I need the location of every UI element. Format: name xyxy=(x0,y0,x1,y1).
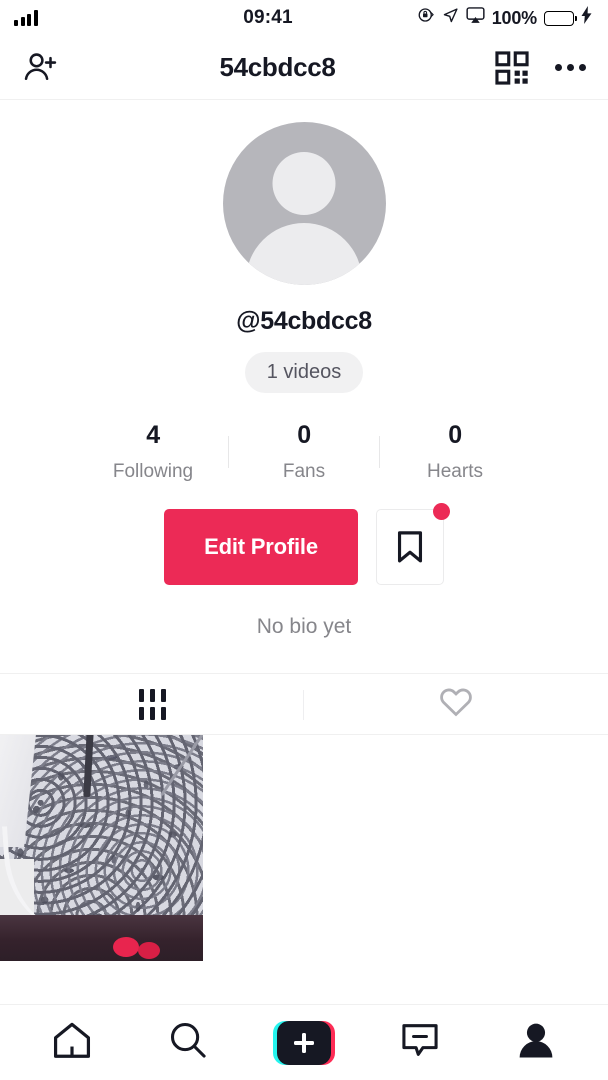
app-header: 54cbdcc8 xyxy=(0,36,608,100)
avatar-head xyxy=(272,152,336,215)
nav-profile[interactable] xyxy=(498,1015,574,1071)
nav-create[interactable] xyxy=(266,1015,342,1071)
video-grid-cell-empty xyxy=(405,735,608,961)
profile-section: @54cbdcc8 1 videos 4 Following 0 Fans 0 … xyxy=(0,100,608,639)
videos-tab[interactable] xyxy=(0,674,304,734)
status-bar-left xyxy=(14,10,174,26)
edit-profile-button[interactable]: Edit Profile xyxy=(164,509,358,585)
status-bar-right: 100% xyxy=(362,6,592,30)
create-core xyxy=(277,1020,331,1065)
app-screen: 09:41 100% 54cbdcc8 @54cbdcc8 1 videos 4… xyxy=(0,0,608,1080)
stat-following-value: 4 xyxy=(146,421,160,449)
bookmark-button[interactable] xyxy=(376,503,450,585)
location-arrow-icon xyxy=(442,7,459,30)
stat-fans-label: Fans xyxy=(282,461,326,482)
profile-stats: 4 Following 0 Fans 0 Hearts xyxy=(0,421,608,483)
status-bar: 09:41 100% xyxy=(0,0,608,36)
battery-percent: 100% xyxy=(491,7,537,28)
status-bar-time: 09:41 xyxy=(243,7,293,28)
home-icon xyxy=(52,1021,92,1064)
nav-inbox[interactable] xyxy=(382,1015,458,1071)
stat-hearts-value: 0 xyxy=(448,421,462,449)
charging-bolt-icon xyxy=(581,6,592,30)
avatar-body xyxy=(246,223,362,285)
video-grid-cell xyxy=(0,735,203,961)
battery-icon xyxy=(544,10,577,26)
person-icon xyxy=(517,1021,555,1064)
video-thumbnail-1[interactable] xyxy=(0,735,203,961)
inbox-icon xyxy=(401,1022,439,1063)
stat-hearts-label: Hearts xyxy=(427,461,483,482)
content-tabs xyxy=(0,673,608,735)
nav-discover[interactable] xyxy=(150,1015,226,1071)
nav-home[interactable] xyxy=(34,1015,110,1071)
stat-hearts[interactable]: 0 Hearts xyxy=(380,421,530,483)
header-actions xyxy=(495,50,586,85)
bookmark-notification-badge xyxy=(433,503,450,520)
bottom-navigation xyxy=(0,1004,608,1080)
create-button[interactable] xyxy=(273,1020,335,1065)
grid-icon xyxy=(138,688,166,720)
search-icon xyxy=(169,1021,207,1064)
plus-icon xyxy=(293,1032,315,1054)
heart-icon xyxy=(439,686,473,722)
profile-bio[interactable]: No bio yet xyxy=(0,615,608,639)
profile-actions: Edit Profile xyxy=(164,503,450,585)
signal-bars-icon xyxy=(14,10,38,26)
profile-username: @54cbdcc8 xyxy=(236,307,372,335)
liked-tab[interactable] xyxy=(304,674,608,734)
qr-code-icon[interactable] xyxy=(495,50,529,85)
stat-fans[interactable]: 0 Fans xyxy=(229,421,379,483)
stat-fans-value: 0 xyxy=(297,421,311,449)
add-person-icon[interactable] xyxy=(22,49,60,87)
video-count-badge[interactable]: 1 videos xyxy=(244,352,364,393)
stat-following-label: Following xyxy=(112,461,194,482)
avatar[interactable] xyxy=(222,122,386,285)
airplay-icon xyxy=(466,6,485,30)
more-options-icon[interactable] xyxy=(555,64,586,71)
rotation-lock-icon xyxy=(417,6,435,30)
video-grid xyxy=(0,735,608,1004)
page-title: 54cbdcc8 xyxy=(219,52,336,82)
stat-following[interactable]: 4 Following xyxy=(78,421,228,483)
video-grid-cell-empty xyxy=(202,735,406,961)
